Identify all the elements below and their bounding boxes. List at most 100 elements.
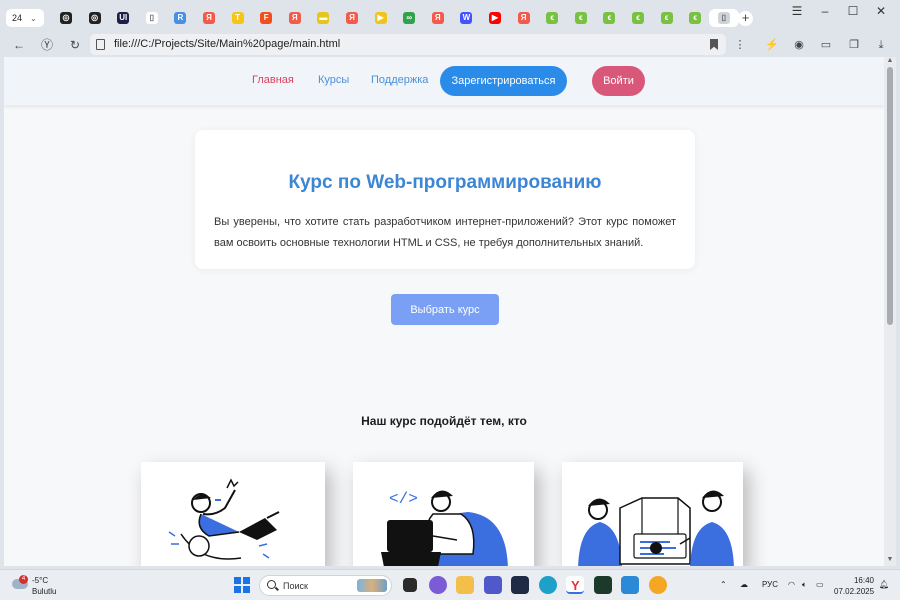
extension-icon[interactable]: ⚡	[764, 37, 780, 53]
browser-tab[interactable]: ϵ	[656, 9, 678, 27]
yandex-home-icon[interactable]: Ⓨ	[38, 36, 56, 54]
teams-icon[interactable]	[484, 576, 502, 594]
minimize-button[interactable]: –	[818, 4, 832, 18]
edge-browser-icon[interactable]	[539, 576, 557, 594]
link-icon: ∞	[403, 12, 416, 24]
scroll-down-arrow-icon[interactable]: ▼	[886, 556, 894, 563]
nav-home-link[interactable]: Главная	[252, 74, 294, 86]
chat-app-icon[interactable]	[429, 576, 447, 594]
file-explorer-icon[interactable]	[456, 576, 474, 594]
browser-tab[interactable]: ◎	[55, 9, 77, 27]
hero-title: Курс по Web-программированию	[288, 172, 602, 193]
green-tab-icon: ϵ	[603, 12, 616, 24]
browser-tab[interactable]: ▬	[312, 9, 334, 27]
clock-time: 16:40	[853, 576, 874, 585]
hero-card: Курс по Web-программированию Вы уверены,…	[195, 130, 695, 269]
browser-tab[interactable]: W	[455, 9, 477, 27]
browser-tab[interactable]: ϵ	[541, 9, 563, 27]
yandex-icon: Я	[288, 12, 301, 24]
weather-widget[interactable]: 4 -5°C Bulutlu	[10, 575, 70, 597]
browser-tab[interactable]: ▶	[484, 9, 506, 27]
search-icon	[267, 580, 276, 589]
language-indicator[interactable]: РУС	[762, 580, 778, 589]
browser-tab[interactable]: ▶	[370, 9, 392, 27]
download-icon[interactable]: ⤓	[873, 37, 889, 53]
register-button[interactable]: Зарегистрироваться	[440, 66, 567, 96]
browser-tab[interactable]: Я	[284, 9, 306, 27]
bookmark-icon[interactable]	[710, 39, 718, 50]
collections-icon[interactable]: ❐	[846, 37, 862, 53]
pycharm-icon[interactable]	[594, 576, 612, 594]
notification-badge: 4	[19, 575, 28, 584]
nav-support-link[interactable]: Поддержка	[371, 74, 428, 86]
extension-icon[interactable]: ◉	[791, 37, 807, 53]
scroll-up-arrow-icon[interactable]: ▲	[886, 57, 894, 64]
programmer-illustration: </>	[381, 490, 508, 566]
nav-courses-link[interactable]: Курсы	[318, 74, 349, 86]
browser-tab[interactable]: Я	[198, 9, 220, 27]
green-tab-icon: ϵ	[632, 12, 644, 24]
browser-tab[interactable]: ϵ	[684, 9, 706, 27]
address-input[interactable]: file:///C:/Projects/Site/Main%20page/mai…	[90, 34, 726, 55]
scrollbar-thumb[interactable]	[887, 67, 893, 325]
relaxed-person-illustration	[168, 478, 280, 560]
taskbar-search-input[interactable]: Поиск	[259, 575, 392, 596]
yandex-icon: Я	[517, 12, 530, 24]
hero-text: Вы уверены, что хотите стать разработчик…	[214, 216, 676, 249]
browser-tab-strip: 24 ⌄ ◎ ◎ UI ▯ R Я T F Я ▬ Я ▶ ∞ Я W ▶ Яϵ ϵ ϵ ϵ ϵ ϵ ▯ + ☰ – ☐ ✕	[0, 0, 900, 33]
browser-tab[interactable]: R	[169, 9, 191, 27]
url-text: file:///C:/Projects/Site/Main%20page/mai…	[114, 38, 341, 50]
browser-tab[interactable]: ∞	[398, 9, 420, 27]
weather-condition: Bulutlu	[32, 587, 57, 596]
windows-start-icon[interactable]	[234, 577, 250, 593]
menu-icon[interactable]: ☰	[790, 4, 804, 18]
tab-counter-button[interactable]: 24 ⌄	[6, 9, 44, 27]
browser-tab[interactable]: ◎	[84, 9, 106, 27]
reload-icon[interactable]: ↻	[66, 36, 84, 54]
browser-tab[interactable]: Я	[341, 9, 363, 27]
system-clock[interactable]: 16:40 07.02.2025	[834, 575, 874, 597]
browser-tab[interactable]: ϵ	[627, 9, 649, 27]
notification-bell-icon[interactable]: 🔔︎	[879, 580, 889, 589]
store-icon[interactable]	[511, 576, 529, 594]
battery-status-icon[interactable]: ▭	[816, 580, 824, 589]
browser-tab[interactable]: ▯	[708, 9, 739, 27]
login-button[interactable]: Войти	[592, 66, 645, 96]
address-bar-row: ← Ⓨ ↻ file:///C:/Projects/Site/Main%20pa…	[0, 33, 900, 57]
onedrive-icon[interactable]: ☁	[740, 580, 748, 589]
tab-count: 24	[12, 13, 23, 23]
browser-tab[interactable]: ϵ	[570, 9, 592, 27]
yandex-browser-icon[interactable]: Y	[566, 576, 584, 594]
windows-taskbar: 4 -5°C Bulutlu Поиск Y ⌃ ☁ РУС ◠ 🔈︎ ▭ 16…	[0, 569, 900, 600]
r-icon: R	[174, 12, 187, 24]
maximize-button[interactable]: ☐	[846, 4, 860, 18]
svg-text:</>: </>	[389, 490, 418, 508]
browser-tab[interactable]: ▯	[141, 9, 163, 27]
chevron-up-icon[interactable]: ⌃	[720, 580, 727, 589]
svg-text:Y: Y	[571, 578, 580, 593]
wifi-icon[interactable]: ◠	[788, 580, 795, 589]
green-tab-icon: ϵ	[689, 12, 702, 24]
browser-tab[interactable]: F	[255, 9, 277, 27]
choose-course-button[interactable]: Выбрать курс	[391, 294, 499, 325]
new-tab-button[interactable]: +	[738, 11, 753, 26]
more-vertical-icon[interactable]: ⋮	[732, 37, 748, 53]
globe-icon: ◎	[60, 12, 72, 24]
yandex-icon: Я	[346, 12, 358, 24]
close-button[interactable]: ✕	[874, 4, 888, 18]
page-scrollbar[interactable]: ▲ ▼	[884, 57, 896, 566]
browser-tab[interactable]: UI	[112, 9, 134, 27]
browser-tab[interactable]: T	[227, 9, 249, 27]
media-app-icon[interactable]	[649, 576, 667, 594]
back-arrow-icon[interactable]: ←	[10, 36, 28, 54]
browser-tab[interactable]: Я	[427, 9, 449, 27]
browser-tab[interactable]: Я	[513, 9, 535, 27]
page-viewport: Главная Курсы Поддержка Зарегистрировать…	[4, 57, 884, 566]
clock-date: 07.02.2025	[834, 587, 875, 596]
file-icon: ▯	[145, 12, 158, 24]
battery-icon[interactable]: ▭	[818, 37, 834, 53]
browser-tab[interactable]: ϵ	[598, 9, 620, 27]
vscode-icon[interactable]	[621, 576, 639, 594]
volume-icon[interactable]: 🔈︎	[802, 580, 807, 590]
task-view-icon[interactable]	[403, 578, 417, 592]
